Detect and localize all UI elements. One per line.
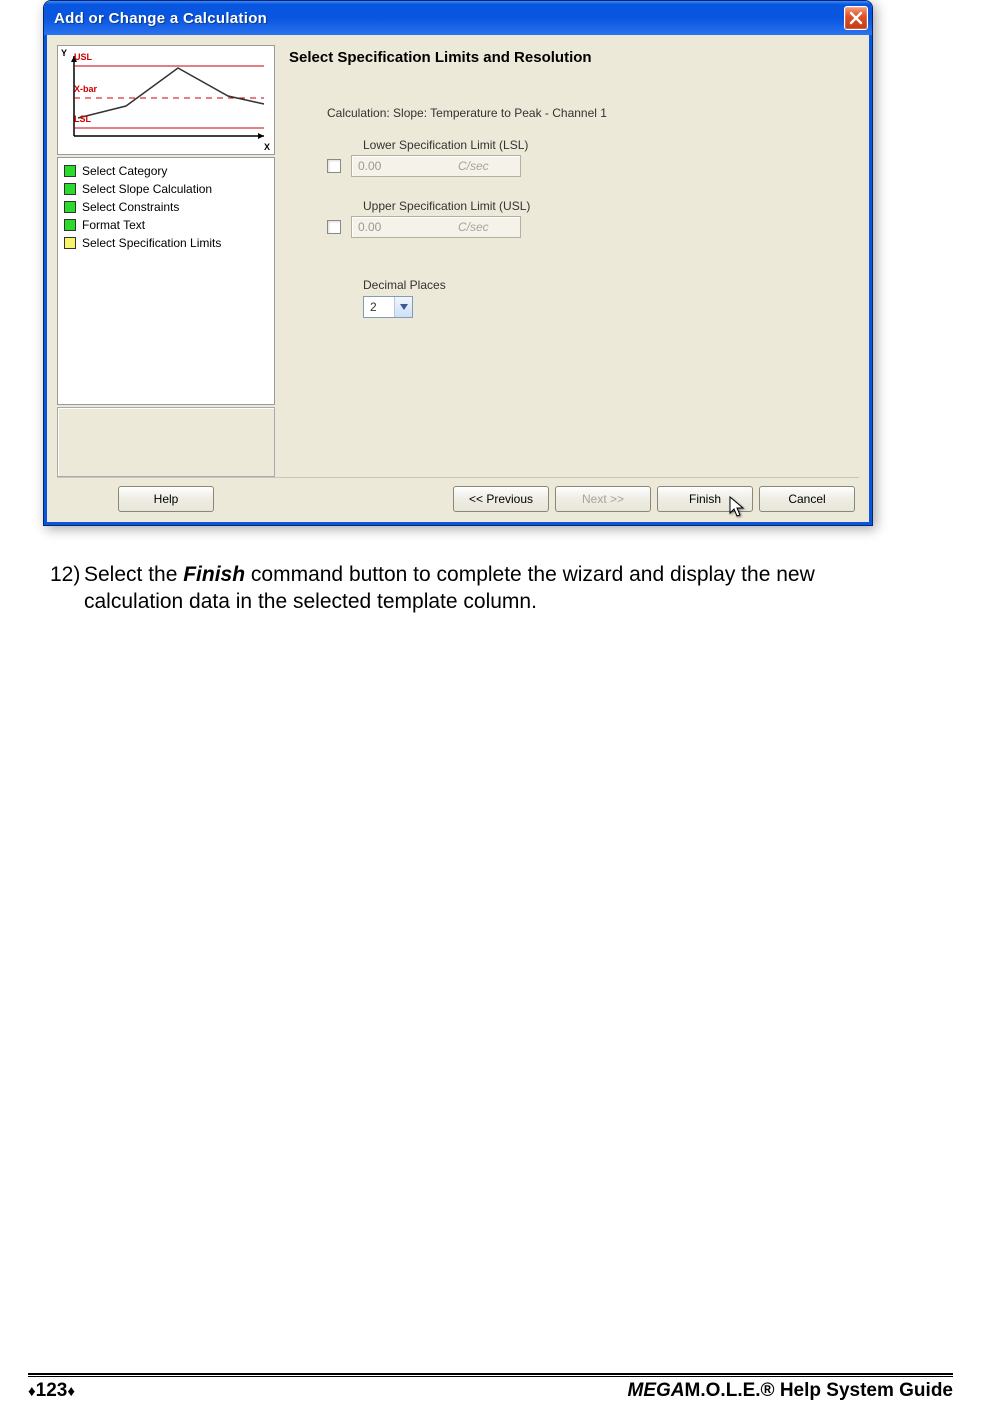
step-status-icon (64, 237, 76, 249)
usl-unit: C/sec (450, 220, 520, 234)
step-status-icon (64, 201, 76, 213)
cancel-button[interactable]: Cancel (759, 486, 855, 512)
finish-button-label: Finish (689, 492, 721, 506)
decimal-value: 2 (364, 300, 394, 314)
preview-chart: Y USL X-bar LSL X (57, 45, 275, 155)
wizard-dialog: Add or Change a Calculation (43, 0, 873, 526)
guide-title-italic: MEGA (628, 1380, 685, 1401)
step-item[interactable]: Format Text (64, 216, 268, 234)
axis-y-label: Y (61, 48, 67, 58)
chevron-down-icon (400, 304, 408, 310)
lsl-unit: C/sec (450, 159, 520, 173)
next-button-label: Next >> (582, 492, 624, 506)
instruction-paragraph: 12)Select the Finish command button to c… (50, 562, 931, 616)
cursor-icon (729, 496, 749, 523)
decimal-label: Decimal Places (363, 278, 839, 292)
help-button-label: Help (154, 492, 179, 506)
help-button[interactable]: Help (118, 486, 214, 512)
lsl-label: Lower Specification Limit (LSL) (363, 138, 839, 152)
usl-value: 0.00 (352, 220, 450, 234)
instr-bold: Finish (183, 563, 245, 586)
dialog-title: Add or Change a Calculation (54, 10, 844, 27)
step-status-icon (64, 183, 76, 195)
page-number: ♦123♦ (28, 1380, 75, 1402)
cancel-button-label: Cancel (788, 492, 825, 506)
guide-title: MEGAM.O.L.E.® Help System Guide (628, 1380, 953, 1402)
button-bar: Help << Previous Next >> Finish Cancel (57, 477, 859, 512)
diamond-icon: ♦ (67, 1383, 75, 1400)
close-button[interactable] (844, 6, 868, 30)
axis-x-label: X (264, 142, 270, 152)
previous-button[interactable]: << Previous (453, 486, 549, 512)
step-label: Select Constraints (82, 198, 179, 216)
guide-title-rest: M.O.L.E.® Help System Guide (685, 1380, 953, 1401)
step-item[interactable]: Select Category (64, 162, 268, 180)
step-status-icon (64, 219, 76, 231)
close-icon (849, 11, 863, 25)
form-area: Calculation: Slope: Temperature to Peak … (287, 100, 859, 476)
panel-title: Select Specification Limits and Resoluti… (287, 45, 859, 100)
previous-button-label: << Previous (469, 492, 533, 506)
next-button: Next >> (555, 486, 651, 512)
step-label: Select Specification Limits (82, 234, 221, 252)
usl-checkbox[interactable] (327, 220, 341, 234)
combo-dropdown-button[interactable] (394, 297, 412, 317)
step-label: Select Slope Calculation (82, 180, 212, 198)
calculation-line: Calculation: Slope: Temperature to Peak … (327, 106, 839, 120)
chart-xbar-label: X-bar (74, 84, 97, 94)
info-panel (57, 407, 275, 477)
diamond-icon: ♦ (28, 1383, 36, 1400)
step-number: 12) (50, 562, 84, 589)
page-number-value: 123 (36, 1380, 68, 1402)
usl-label: Upper Specification Limit (USL) (363, 199, 839, 213)
titlebar: Add or Change a Calculation (44, 1, 872, 35)
dialog-screenshot: Add or Change a Calculation (43, 0, 879, 526)
dialog-client: Y USL X-bar LSL X Select Category Select… (44, 35, 872, 525)
step-label: Select Category (82, 162, 167, 180)
step-item[interactable]: Select Constraints (64, 198, 268, 216)
instr-text: Select the (84, 563, 183, 586)
wizard-steps: Select Category Select Slope Calculation… (57, 157, 275, 405)
step-item[interactable]: Select Specification Limits (64, 234, 268, 252)
lsl-input[interactable]: 0.00 C/sec (351, 155, 521, 177)
step-label: Format Text (82, 216, 145, 234)
chart-usl-label: USL (74, 52, 92, 62)
chart-lsl-label: LSL (74, 114, 91, 124)
step-status-icon (64, 165, 76, 177)
decimal-combo[interactable]: 2 (363, 296, 413, 318)
instr-text: command button to complete the wizard an… (245, 563, 815, 586)
usl-input[interactable]: 0.00 C/sec (351, 216, 521, 238)
lsl-value: 0.00 (352, 159, 450, 173)
page-footer: ♦123♦ MEGAM.O.L.E.® Help System Guide (0, 1373, 981, 1402)
instr-text: calculation data in the selected templat… (84, 590, 537, 613)
step-item[interactable]: Select Slope Calculation (64, 180, 268, 198)
lsl-checkbox[interactable] (327, 159, 341, 173)
